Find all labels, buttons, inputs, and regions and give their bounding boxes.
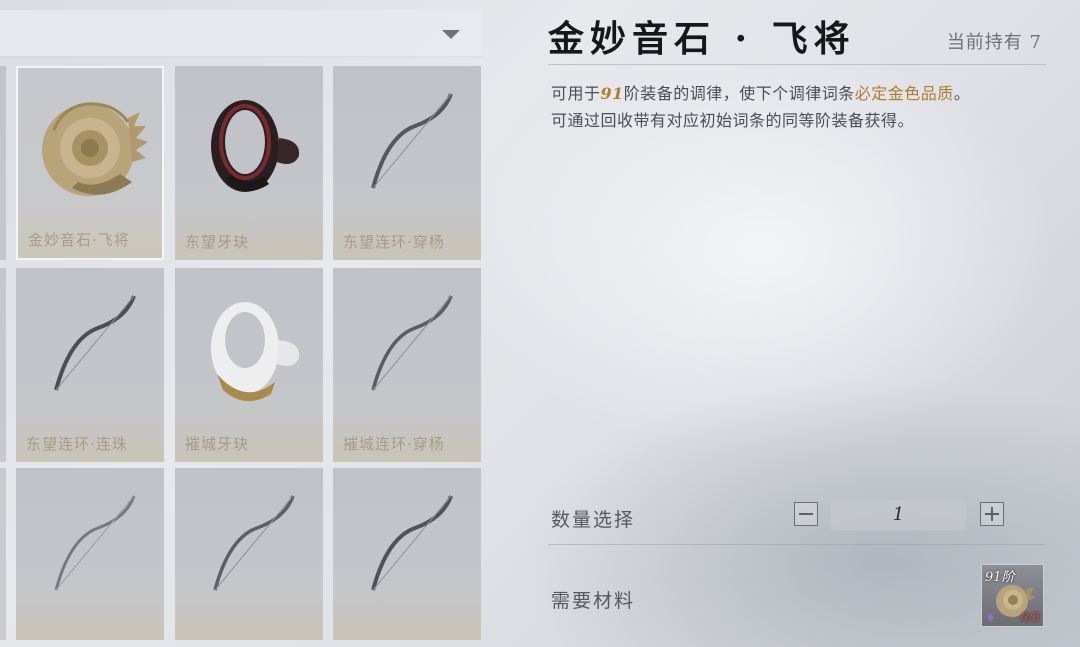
- item-tile[interactable]: [333, 468, 481, 640]
- item-label: 摧城牙玦: [185, 435, 250, 453]
- increase-button[interactable]: [980, 502, 1004, 526]
- category-dropdown[interactable]: [0, 10, 482, 56]
- material-slot[interactable]: 91阶 0/3: [982, 565, 1043, 626]
- quantity-value[interactable]: 1: [831, 500, 966, 530]
- item-tile[interactable]: [175, 468, 323, 640]
- item-grid: 金妙音石·飞将 东望牙玦 东望连环·穿杨 东望连环·连珠 摧城牙玦 摧城连环·穿…: [0, 66, 482, 640]
- partial-tile: [0, 468, 6, 640]
- item-label: 东望连环·穿杨: [343, 233, 445, 251]
- item-tile[interactable]: 金妙音石·飞将: [16, 66, 164, 260]
- quantity-label: 数量选择: [551, 509, 636, 531]
- quality-highlight: 必定金色品质: [854, 84, 954, 103]
- bow-icon: [213, 495, 295, 591]
- item-label: 东望牙玦: [185, 233, 250, 251]
- bow-icon: [371, 295, 453, 391]
- description-line-2: 可通过回收带有对应初始词条的同等阶装备获得。: [551, 111, 915, 130]
- item-tile[interactable]: 摧城连环·穿杨: [333, 268, 481, 462]
- tier-number: 91: [600, 84, 624, 103]
- decrease-button[interactable]: [794, 502, 818, 526]
- material-count: 0/3: [1020, 610, 1040, 624]
- item-tile[interactable]: [16, 468, 164, 640]
- item-label: 金妙音石·飞将: [28, 231, 130, 249]
- divider: [548, 544, 1046, 545]
- bow-icon: [54, 295, 136, 391]
- item-label: 摧城连环·穿杨: [343, 435, 445, 453]
- dark-ring-icon: [211, 100, 300, 192]
- white-ring-icon: [211, 302, 300, 402]
- bow-icon: [371, 495, 453, 591]
- bow-icon: [54, 495, 136, 591]
- item-tile[interactable]: 东望牙玦: [175, 66, 323, 260]
- material-tier: 91阶: [985, 570, 1015, 585]
- item-title: 金妙音石 · 飞将: [548, 18, 856, 60]
- minus-icon: [799, 513, 813, 515]
- owned-count: 当前持有 7: [946, 32, 1042, 53]
- item-label: 东望连环·连珠: [26, 435, 128, 453]
- item-tile[interactable]: 东望连环·连珠: [16, 268, 164, 462]
- item-tile[interactable]: 摧城牙玦: [175, 268, 323, 462]
- divider: [548, 64, 1046, 65]
- item-description: 可用于91阶装备的调律，使下个调律词条必定金色品质。 可通过回收带有对应初始词条…: [551, 80, 1051, 134]
- bow-icon: [371, 93, 453, 189]
- conch-shell-icon: [42, 102, 148, 196]
- description-line-1: 可用于91阶装备的调律，使下个调律词条必定金色品质。: [551, 84, 971, 103]
- partial-tile: [0, 66, 6, 260]
- materials-label: 需要材料: [551, 590, 636, 612]
- partial-tile: [0, 268, 6, 462]
- chevron-down-icon: [442, 30, 460, 39]
- item-tile[interactable]: 东望连环·穿杨: [333, 66, 481, 260]
